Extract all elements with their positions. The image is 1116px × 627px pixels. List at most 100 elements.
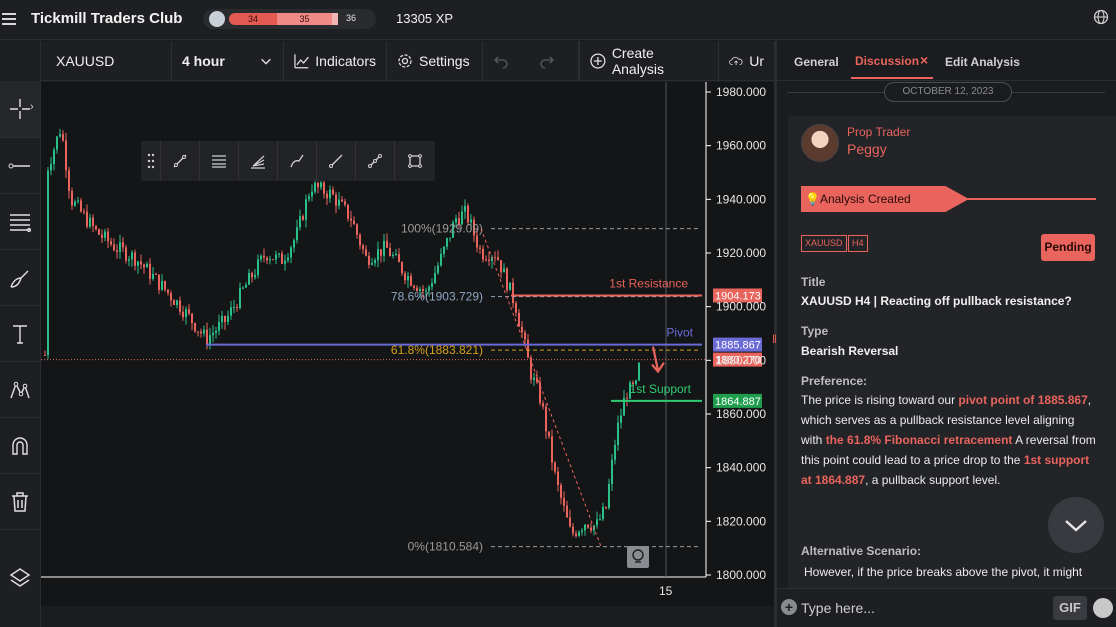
candle-body (50, 164, 52, 171)
undo-icon[interactable] (493, 53, 509, 69)
level-next: 36 (346, 13, 357, 23)
candle-body (467, 205, 469, 223)
candle-body (107, 231, 109, 242)
globe-icon[interactable] (1093, 9, 1109, 25)
candle-body (326, 193, 328, 199)
candle-body (530, 357, 532, 380)
candle-body (551, 436, 553, 463)
candle-body (137, 261, 139, 266)
magnet-tool[interactable] (0, 418, 40, 474)
tab-general[interactable]: General (794, 55, 839, 69)
support-label: 1st Support (630, 382, 692, 396)
emoji-icon[interactable] (1093, 598, 1113, 618)
pattern-tool[interactable] (0, 362, 40, 418)
candle-body (98, 229, 100, 235)
chevron-right-icon[interactable]: › (30, 101, 34, 113)
redo-icon[interactable] (539, 53, 555, 69)
message-input[interactable] (801, 597, 1046, 619)
candle-body (359, 234, 361, 246)
candle-body (245, 284, 247, 288)
create-analysis-button[interactable]: Create Analysis (579, 41, 719, 81)
candle-body (122, 242, 124, 248)
settings-button[interactable]: Settings (387, 41, 483, 81)
y-tick-label: 1800.000 (716, 568, 766, 582)
candle-body (149, 263, 151, 279)
gif-button[interactable]: GIF (1053, 596, 1087, 620)
candle-body (377, 249, 379, 261)
candle-body (293, 240, 295, 248)
candle-body (611, 459, 613, 484)
candle-body (536, 377, 538, 383)
candle-body (620, 415, 622, 423)
candle-body (230, 307, 232, 316)
candle-body (221, 315, 223, 323)
upload-button[interactable]: Ur (719, 41, 774, 81)
segment-icon[interactable] (356, 141, 395, 181)
path-icon[interactable] (278, 141, 317, 181)
analysis-panel: General Discussion × Edit Analysis OCTOB… (777, 41, 1116, 627)
candle-body (302, 216, 304, 220)
analysis-card: Prop Trader Peggy 💡Analysis Created XAUU… (788, 116, 1116, 591)
fib-fan-icon[interactable] (239, 141, 278, 181)
trendline-tool[interactable] (0, 138, 40, 194)
candle-body (626, 397, 628, 399)
candle-body (179, 300, 181, 312)
candle-body (266, 257, 268, 261)
candle-body (542, 403, 544, 407)
rectangle-icon[interactable] (395, 141, 434, 181)
y-tick-label: 1820.000 (716, 514, 766, 528)
interval-dropdown[interactable]: 4 hour (172, 41, 284, 81)
trend-line-icon[interactable] (161, 141, 200, 181)
candle-body (281, 253, 283, 264)
tab-edit-analysis[interactable]: Edit Analysis (945, 55, 1020, 69)
candle-body (143, 264, 145, 268)
menu-icon[interactable] (2, 10, 16, 30)
brush-tool[interactable] (0, 250, 40, 306)
crosshair-tool[interactable] (0, 81, 40, 138)
timeframe-tag: H4 (848, 235, 868, 252)
candle-body (173, 300, 175, 306)
close-tab-icon[interactable]: × (920, 52, 928, 68)
candle-body (335, 194, 337, 206)
delete-tool[interactable] (0, 474, 40, 530)
candle-body (569, 517, 571, 527)
candle-body (89, 217, 91, 227)
candle-body (599, 519, 601, 521)
candle-body (239, 287, 241, 309)
fib-level-label: 78.6%(1903.729) (391, 290, 483, 304)
candle-body (575, 533, 577, 536)
message-composer: + GIF (777, 588, 1116, 627)
price-tag-label: 1885.867 (715, 340, 761, 352)
fib-lines-icon (10, 213, 32, 232)
scroll-down-button[interactable] (1048, 497, 1104, 553)
candle-body (83, 211, 85, 213)
drawing-toolbar: › (0, 41, 41, 627)
candle-body (134, 252, 136, 266)
add-attachment-icon[interactable]: + (781, 599, 797, 615)
candle-body (527, 339, 529, 358)
resistance-label: 1st Resistance (609, 276, 688, 290)
indicators-button[interactable]: Indicators (284, 41, 387, 81)
ray-icon[interactable] (317, 141, 356, 181)
fib-retracement-icon[interactable] (200, 141, 239, 181)
text-icon (13, 324, 27, 344)
symbol-selector[interactable]: XAUUSD (41, 41, 172, 81)
candle-body (131, 252, 133, 260)
candle-body (563, 497, 565, 506)
chart-line-icon (294, 54, 309, 69)
trash-icon (12, 491, 28, 512)
author-name[interactable]: Peggy (847, 141, 887, 157)
interval-label: 4 hour (182, 53, 225, 69)
brush-icon (10, 270, 29, 288)
layers-tool[interactable] (0, 550, 40, 606)
fib-tool[interactable] (0, 194, 40, 250)
crosshair-icon (10, 99, 30, 119)
tab-discussion[interactable]: Discussion (855, 54, 919, 68)
drag-handle-icon[interactable] (141, 141, 161, 181)
candle-body (479, 247, 481, 249)
candle-body (407, 275, 409, 281)
candle-body (119, 242, 121, 252)
type-label: Type (801, 324, 829, 338)
text-tool[interactable] (0, 306, 40, 362)
candle-body (578, 531, 580, 536)
